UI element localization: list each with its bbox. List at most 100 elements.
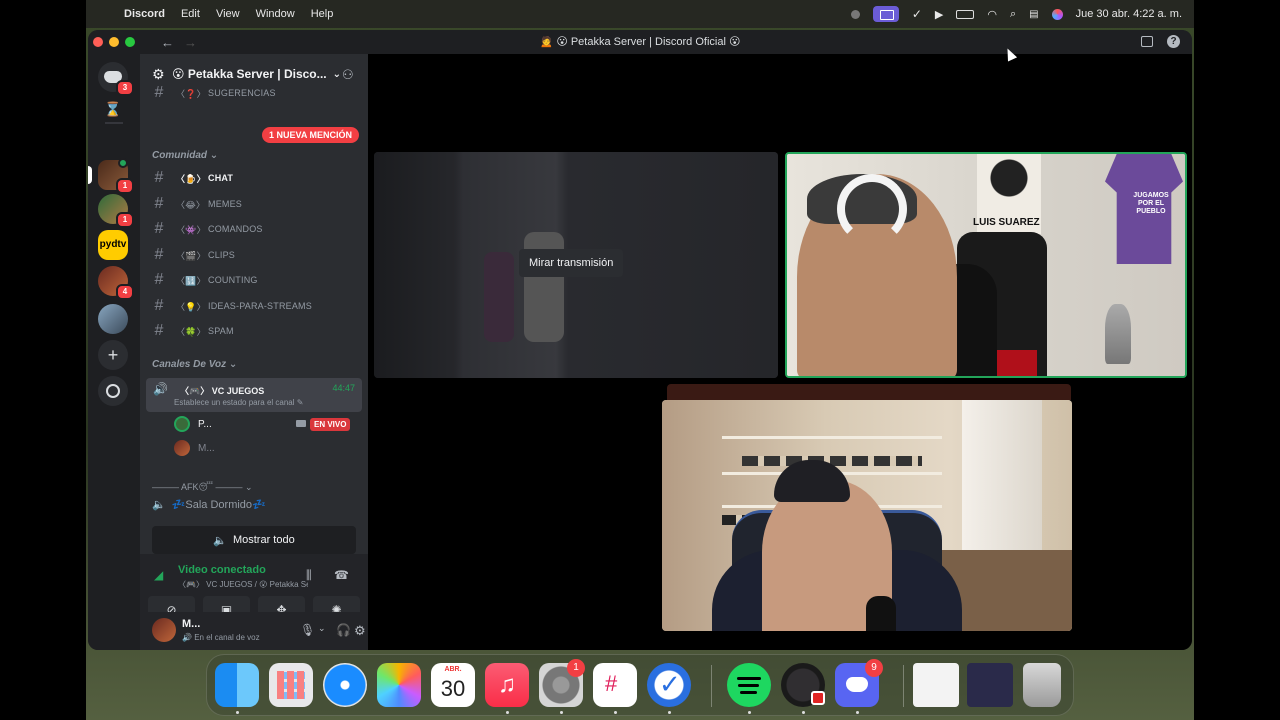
add-server-button[interactable]: + bbox=[98, 340, 128, 370]
channel-emoji: 〈❓〉 bbox=[176, 88, 206, 99]
watch-stream-button[interactable]: Mirar transmisión bbox=[519, 249, 624, 277]
camera-tile-speaking[interactable]: LUIS SUAREZ JUGAMOS POR EL PUEBLO bbox=[785, 152, 1187, 378]
music-note-icon: ♫ bbox=[498, 671, 516, 698]
running-indicator bbox=[560, 711, 563, 714]
server-icon-2[interactable]: 1 bbox=[98, 194, 134, 228]
menu-help[interactable]: Help bbox=[311, 8, 334, 20]
server-rail: 3 ⌛ 1 1 pydtv 4 + bbox=[88, 54, 140, 650]
dock-photos-icon[interactable] bbox=[377, 663, 421, 707]
hash-icon: # bbox=[154, 220, 164, 237]
battery-icon[interactable] bbox=[956, 9, 975, 19]
user-settings-gear-icon[interactable]: ⚙ bbox=[354, 623, 366, 639]
launchpad-grid bbox=[277, 671, 305, 699]
server-icon-4[interactable]: 4 bbox=[98, 266, 134, 300]
dock-minimized-window[interactable] bbox=[967, 663, 1013, 707]
dock-ticktick-icon[interactable]: ✓ bbox=[647, 663, 691, 707]
voice-channel-vc-juegos[interactable]: 🔊 〈🎮〉 VC JUEGOS 44:47 Establece un estad… bbox=[146, 378, 362, 412]
screen-share-icon[interactable] bbox=[872, 6, 899, 22]
siri-icon[interactable] bbox=[1051, 8, 1063, 20]
discover-compass-icon[interactable] bbox=[98, 376, 128, 406]
zoom-window-button[interactable] bbox=[125, 37, 135, 47]
help-icon[interactable]: ? bbox=[1167, 35, 1180, 48]
settings-badge: 1 bbox=[567, 659, 585, 677]
voice-member[interactable]: P... bbox=[174, 414, 212, 434]
inbox-icon[interactable] bbox=[1141, 36, 1153, 47]
channel-sidebar: ⚙ 😮 Petakka Server | Disco... ⌄ ⚇ # 〈❓〉 … bbox=[140, 54, 368, 650]
channel-spam[interactable]: # 〈🍀〉 SPAM bbox=[148, 319, 360, 343]
menu-edit[interactable]: Edit bbox=[181, 8, 200, 20]
stream-tile[interactable]: Mirar transmisión bbox=[374, 152, 778, 378]
hash-icon: # bbox=[154, 195, 164, 212]
status-check-icon[interactable]: ✓ bbox=[912, 7, 922, 21]
running-indicator bbox=[748, 711, 751, 714]
microphone-icon[interactable]: 🎙 bbox=[300, 623, 315, 637]
voice-connection-subtitle[interactable]: 〈🎮〉 VC JUEGOS / 😮 Petakka Server | Di... bbox=[178, 579, 308, 590]
apple-menu-icon[interactable] bbox=[100, 8, 112, 20]
channel-ideas-para-streams[interactable]: # 〈💡〉 IDEAS-PARA-STREAMS bbox=[148, 294, 360, 318]
spotlight-search-icon[interactable]: ⌕ bbox=[1010, 8, 1016, 21]
avatar[interactable] bbox=[152, 618, 176, 642]
dock-discord-icon[interactable]: 9 bbox=[835, 659, 883, 707]
voice-member[interactable]: M... bbox=[174, 438, 215, 458]
category-canales-de-voz[interactable]: Canales De Voz ⌄ bbox=[152, 359, 237, 370]
show-all-button[interactable]: 🔈 Mostrar todo bbox=[152, 526, 356, 554]
play-icon[interactable]: ▶ bbox=[935, 8, 943, 21]
screen-border-left bbox=[0, 0, 86, 720]
dock-system-settings-icon[interactable]: 1 bbox=[539, 659, 585, 707]
dock-trash-icon[interactable] bbox=[1023, 663, 1061, 707]
headphones-icon[interactable]: 🎧 bbox=[336, 623, 351, 637]
menu-view[interactable]: View bbox=[216, 8, 240, 20]
invite-people-icon[interactable]: ⚇ bbox=[342, 67, 358, 82]
category-afk[interactable]: ——— AFK😴 ——— ⌄ bbox=[152, 482, 253, 493]
menu-app-name[interactable]: Discord bbox=[124, 8, 165, 20]
voice-channel-sala-dormido[interactable]: 🔈 💤Sala Dormido💤 bbox=[152, 498, 266, 511]
mac-menubar: Discord Edit View Window Help ✓ ▶ ◠ ⌕ ▤ … bbox=[86, 0, 1194, 28]
minimize-window-button[interactable] bbox=[109, 37, 119, 47]
voice-channel-timer: 44:47 bbox=[332, 383, 355, 393]
dock-slack-icon[interactable]: # bbox=[593, 663, 637, 707]
dock-music-icon[interactable]: ♫ bbox=[485, 663, 529, 707]
dock-spotify-icon[interactable] bbox=[727, 663, 771, 707]
channel-memes[interactable]: # 〈😂〉 MEMES bbox=[148, 192, 360, 216]
channel-counting[interactable]: # 〈🔢〉 COUNTING bbox=[148, 268, 360, 292]
noise-suppression-icon[interactable]: ⫼ bbox=[306, 568, 312, 583]
hourglass-icon[interactable]: ⌛ bbox=[98, 94, 128, 124]
camera-tile[interactable] bbox=[662, 400, 1072, 631]
server-icon-petakka[interactable]: 1 bbox=[98, 158, 134, 194]
signal-strength-icon[interactable]: ◢ bbox=[154, 568, 163, 582]
user-status: 🔊 En el canal de voz bbox=[182, 633, 260, 642]
voice-channel-status[interactable]: Establece un estado para el canal ✎ bbox=[174, 398, 303, 407]
server-icon-pydtv[interactable]: pydtv bbox=[98, 230, 128, 260]
chevron-down-icon[interactable]: ⌄ bbox=[318, 623, 326, 634]
dock-divider bbox=[903, 665, 904, 707]
server-icon-5[interactable] bbox=[98, 304, 128, 334]
back-arrow-icon[interactable]: ← bbox=[161, 35, 174, 50]
voice-connection-title[interactable]: Video conectado bbox=[178, 564, 266, 576]
direct-messages-button[interactable]: 3 bbox=[98, 62, 134, 96]
disconnect-icon[interactable]: ☎ bbox=[334, 568, 349, 582]
channel-clips[interactable]: # 〈🎬〉 CLIPS bbox=[148, 243, 360, 267]
dock-safari-icon[interactable] bbox=[323, 663, 367, 707]
hash-icon: # bbox=[154, 169, 164, 186]
dock-launchpad-icon[interactable] bbox=[269, 663, 313, 707]
dock-finder-icon[interactable] bbox=[215, 663, 259, 707]
dock-minimized-window[interactable] bbox=[913, 663, 959, 707]
channel-comandos[interactable]: # 〈👾〉 COMANDOS bbox=[148, 217, 360, 241]
menu-window[interactable]: Window bbox=[256, 8, 295, 20]
close-window-button[interactable] bbox=[93, 37, 103, 47]
menubar-clock[interactable]: Jue 30 abr. 4:22 a. m. bbox=[1076, 8, 1182, 20]
channel-chat[interactable]: # 〈🍺〉 CHAT bbox=[148, 166, 360, 190]
category-comunidad[interactable]: Comunidad ⌄ bbox=[152, 150, 218, 161]
new-mention-pill[interactable]: 1 NUEVA MENCIÓN bbox=[262, 127, 360, 143]
dock-obs-icon[interactable] bbox=[781, 663, 825, 707]
wifi-icon[interactable]: ◠ bbox=[987, 8, 997, 21]
channel-sugerencias[interactable]: # 〈❓〉 SUGERENCIAS bbox=[148, 86, 360, 100]
discord-badge: 9 bbox=[865, 659, 883, 677]
control-center-icon[interactable]: ▤ bbox=[1029, 9, 1038, 20]
user-name[interactable]: M... bbox=[182, 618, 200, 630]
dock-calendar-icon[interactable]: ABR. 30 bbox=[431, 663, 475, 707]
recording-icon bbox=[811, 691, 825, 705]
voice-channel-name: 〈🎮〉 VC JUEGOS bbox=[180, 384, 264, 397]
forward-arrow-icon[interactable]: → bbox=[184, 35, 197, 50]
jersey-text: JUGAMOS POR EL PUEBLO bbox=[1133, 192, 1169, 215]
